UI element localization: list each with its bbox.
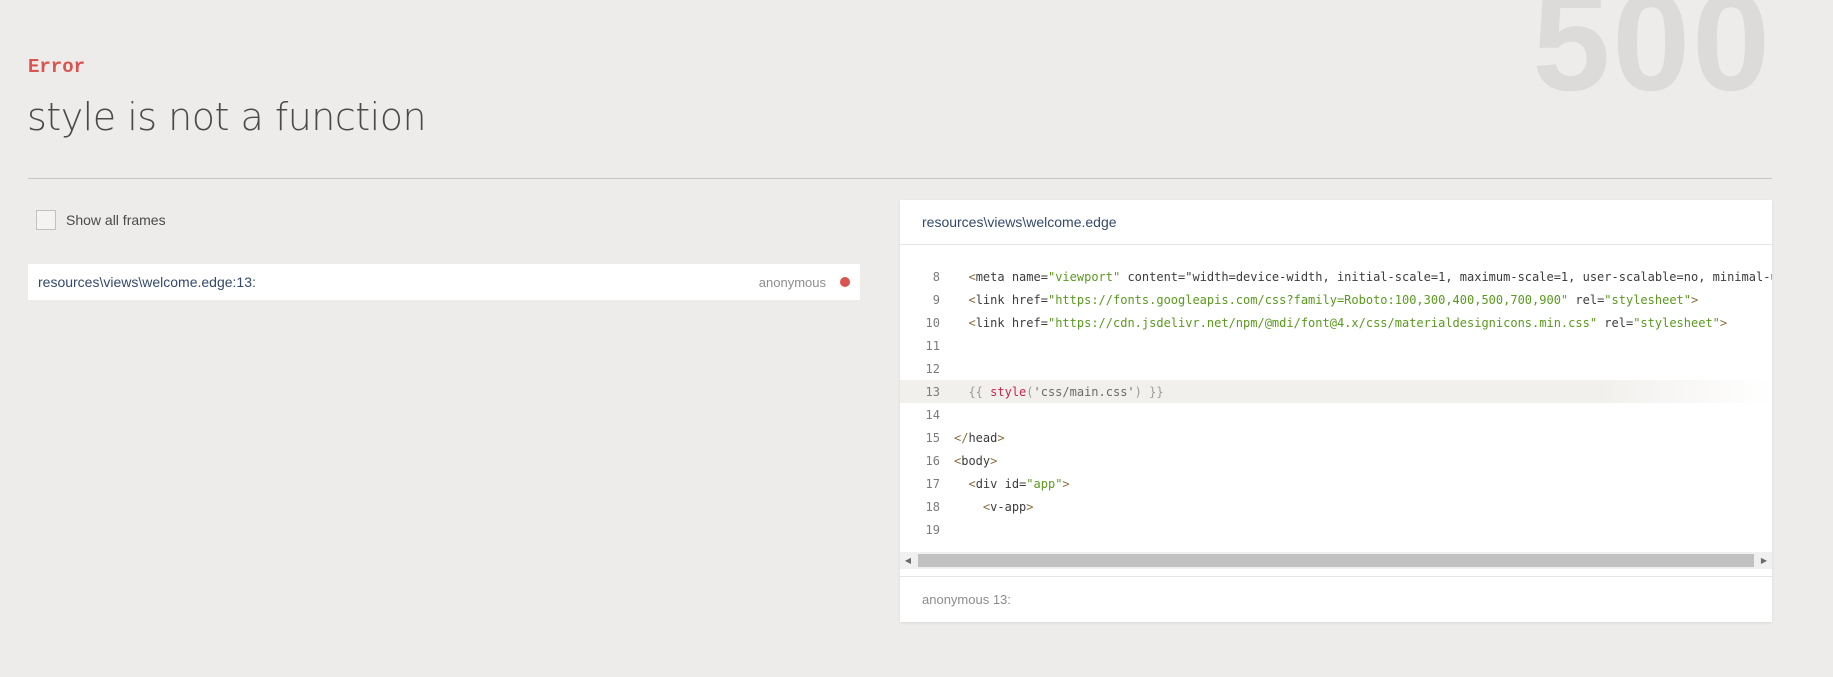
scroll-left-arrow-icon[interactable]: ◀ bbox=[900, 552, 916, 569]
code-line: 16 <body> bbox=[900, 449, 1772, 472]
horizontal-scrollbar[interactable]: ◀ ▶ bbox=[900, 552, 1772, 569]
code-line: 9 <link href="https://fonts.googleapis.c… bbox=[900, 288, 1772, 311]
code-panel: resources\views\welcome.edge 8 <meta nam… bbox=[900, 200, 1772, 622]
code-line: 12 bbox=[900, 357, 1772, 380]
line-number: 12 bbox=[925, 361, 940, 376]
line-number: 9 bbox=[932, 292, 940, 307]
code-line: 17 <div id="app"> bbox=[900, 472, 1772, 495]
line-number: 16 bbox=[925, 453, 940, 468]
code-viewer: 8 <meta name="viewport" content="width=d… bbox=[900, 245, 1772, 553]
line-number: 18 bbox=[925, 499, 940, 514]
line-code: <v-app> bbox=[982, 499, 1034, 514]
frame-file-path: resources\views\welcome.edge:13: bbox=[38, 274, 256, 290]
active-frame-dot-icon bbox=[840, 277, 850, 287]
show-all-frames-checkbox[interactable] bbox=[36, 210, 56, 230]
code-line: 15 </head> bbox=[900, 426, 1772, 449]
code-line: 11 bbox=[900, 334, 1772, 357]
code-line: 8 <meta name="viewport" content="width=d… bbox=[900, 265, 1772, 288]
line-code: </head> bbox=[954, 430, 1005, 445]
line-number: 19 bbox=[925, 522, 940, 537]
line-code: <link href="https://fonts.googleapis.com… bbox=[968, 292, 1699, 307]
frame-method: anonymous bbox=[758, 274, 826, 290]
code-footer: anonymous 13: bbox=[900, 576, 1772, 622]
code-line: 10 <link href="https://cdn.jsdelivr.net/… bbox=[900, 311, 1772, 334]
line-number: 8 bbox=[932, 269, 940, 284]
divider bbox=[28, 178, 1772, 179]
scroll-thumb[interactable] bbox=[918, 554, 1754, 567]
line-number: 14 bbox=[925, 407, 940, 422]
line-number: 11 bbox=[925, 338, 940, 353]
code-line: 18 <v-app> bbox=[900, 495, 1772, 518]
show-all-frames-toggle[interactable]: Show all frames bbox=[36, 210, 166, 230]
error-label: Error bbox=[28, 56, 86, 78]
line-number: 10 bbox=[925, 315, 940, 330]
line-code: <body> bbox=[954, 453, 998, 468]
line-code: <div id="app"> bbox=[968, 476, 1070, 491]
line-code: {{ style('css/main.css') }} bbox=[968, 384, 1164, 399]
status-code: 500 bbox=[1532, 0, 1772, 120]
line-number: 17 bbox=[925, 476, 940, 491]
error-page: 500 Error style is not a function Show a… bbox=[0, 0, 1833, 677]
line-code: <link href="https://cdn.jsdelivr.net/npm… bbox=[968, 315, 1728, 330]
line-number: 15 bbox=[925, 430, 940, 445]
code-line: 19 bbox=[900, 518, 1772, 541]
line-code: <meta name="viewport" content="width=dev… bbox=[968, 269, 1772, 284]
code-file-path: resources\views\welcome.edge bbox=[900, 200, 1772, 245]
code-line: 14 bbox=[900, 403, 1772, 426]
stack-frame-item[interactable]: resources\views\welcome.edge:13: anonymo… bbox=[28, 264, 860, 300]
scroll-right-arrow-icon[interactable]: ▶ bbox=[1756, 552, 1772, 569]
error-message: style is not a function bbox=[27, 95, 427, 139]
show-all-frames-label: Show all frames bbox=[66, 212, 166, 228]
code-line: 13 {{ style('css/main.css') }} bbox=[900, 380, 1772, 403]
line-number: 13 bbox=[925, 384, 940, 399]
